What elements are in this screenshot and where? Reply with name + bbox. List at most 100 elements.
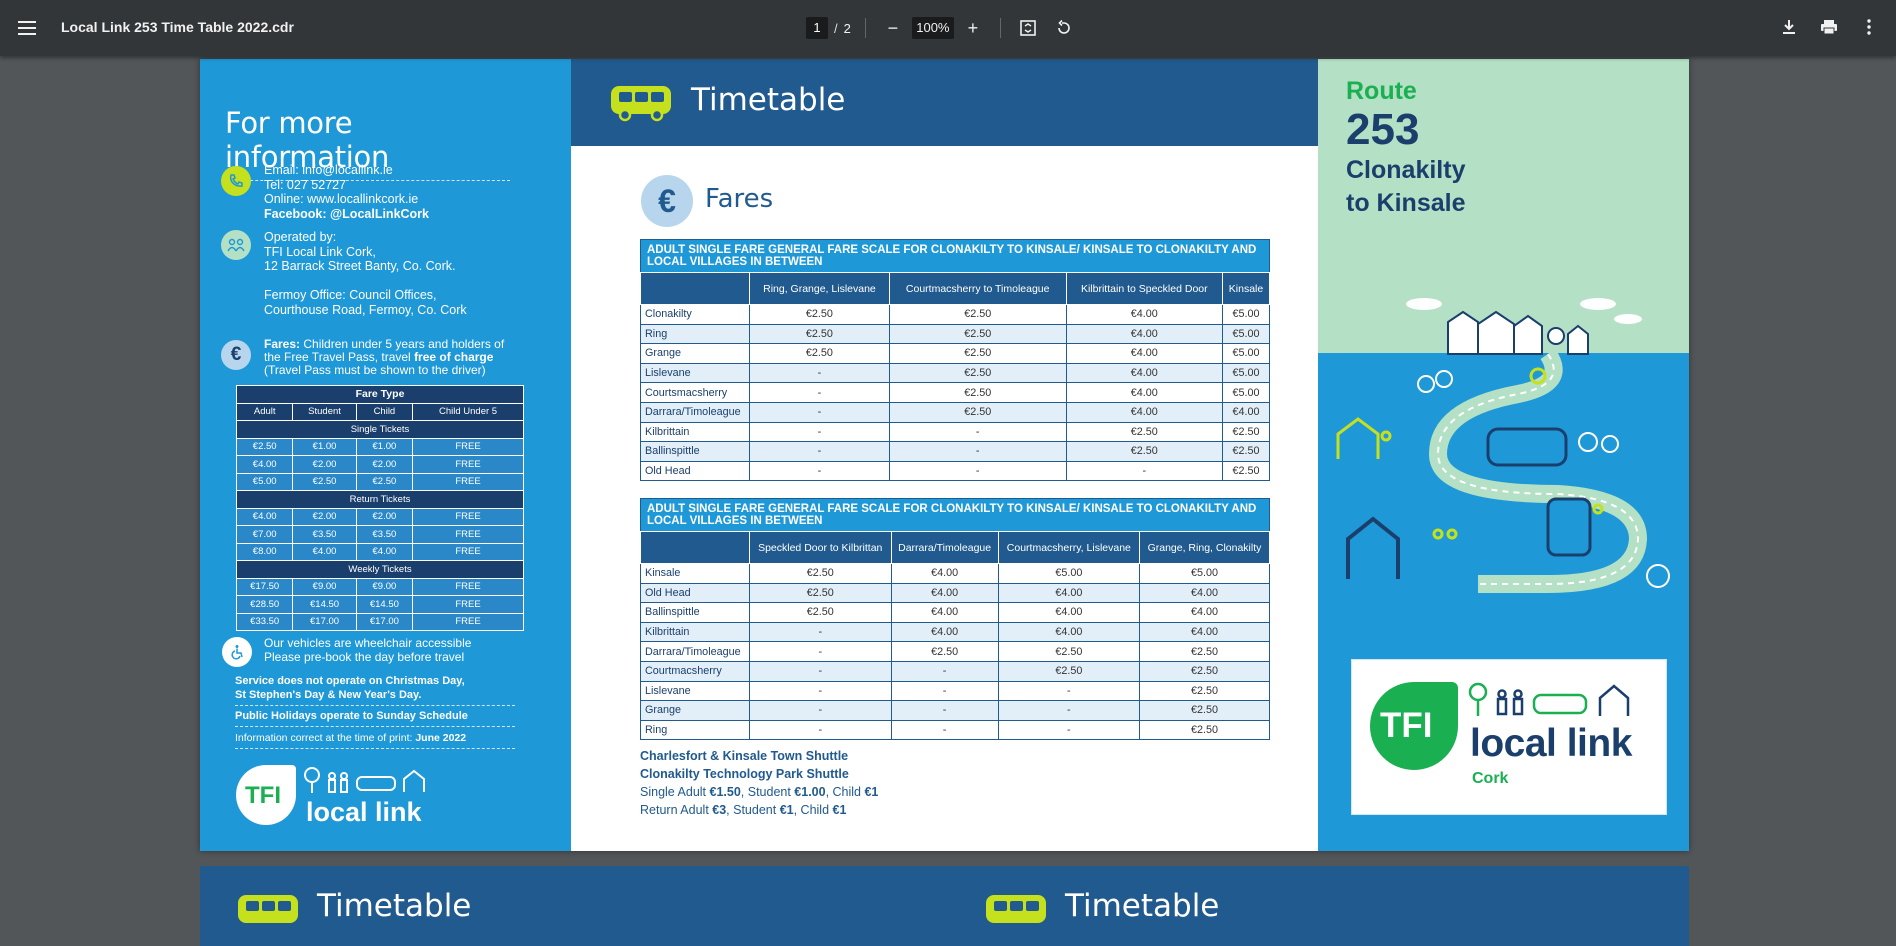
fare-cell: FREE [412, 455, 524, 474]
fare-cell: €2.50 [997, 660, 1140, 682]
fare-cell: €2.50 [749, 582, 892, 604]
fare-cell: €4.00 [890, 563, 999, 584]
column-header: Ring, Grange, Lislevane [749, 272, 890, 305]
fare-cell: - [749, 641, 892, 662]
fare-cell: €2.50 [292, 472, 357, 491]
column-header: Courtmacsherry, Lislevane [997, 531, 1140, 564]
fare-cell: €14.50 [292, 595, 357, 614]
pdf-page-2: Timetable Timetable [200, 866, 1689, 946]
column-header: Speckled Door to Kilbrittan [749, 531, 892, 564]
fares-label: Fares: [264, 337, 301, 351]
fare-cell: €17.00 [355, 612, 414, 631]
more-options-button[interactable] [1856, 14, 1882, 40]
zoom-level-input[interactable]: 100% [911, 17, 954, 39]
row-name: Darrara/Timoleague [640, 401, 750, 423]
row-name: Old Head [640, 582, 750, 604]
table-row: Clonakilty €2.50 €2.50 €4.00 €5.00 [640, 304, 1270, 325]
holiday-note-line2: St Stephen's Day & New Year's Day. [235, 689, 422, 701]
divider [999, 18, 1001, 38]
fit-page-button[interactable] [1015, 15, 1041, 41]
table-row: Ballinspittle - - €2.50 €2.50 [640, 441, 1270, 462]
tfi-locallink-cork-logo: TFI local link Cork [1351, 659, 1667, 815]
euro-icon: € [221, 340, 251, 370]
fare-cell: €2.50 [1222, 460, 1270, 482]
fare-cell: €5.00 [1222, 343, 1270, 364]
print-button[interactable] [1816, 14, 1842, 40]
fare-cell: - [749, 401, 890, 423]
fare-cell: - [890, 660, 999, 682]
column-header: Kilbrittain to Speckled Door [1065, 272, 1224, 305]
return-child-label: , Child [793, 803, 833, 817]
table-corner [640, 531, 750, 564]
row-name: Lislevane [640, 680, 750, 702]
fare-row: €7.00 €3.50 €3.50 FREE [235, 525, 524, 544]
page-separator: / [834, 20, 838, 36]
fare-cell: €4.00 [1065, 343, 1224, 364]
tfi-logo-mark: TFI [236, 765, 296, 825]
fare-cell: €4.00 [1065, 362, 1224, 384]
logo-pictograms-icon [1468, 682, 1630, 716]
operator-name: TFI Local Link Cork, [264, 244, 376, 259]
single-child-label: , Child [825, 785, 865, 799]
fare-cell: €4.00 [1065, 323, 1224, 345]
fare-cell: €2.50 [888, 323, 1067, 345]
timetable-header: Timetable [571, 59, 1318, 146]
return-fares: Return Adult €3, Student €1, Child €1 [640, 801, 878, 819]
fare-cell: €5.00 [1222, 382, 1270, 403]
fare-cell: FREE [412, 577, 524, 596]
fare-cell: €4.00 [1222, 401, 1270, 423]
table-row: Old Head - - - €2.50 [640, 460, 1270, 482]
page-number-input[interactable]: 1 [806, 17, 828, 39]
menu-icon[interactable] [16, 17, 38, 39]
fare-cell: FREE [412, 542, 524, 561]
shuttle-info: Charlesfort & Kinsale Town Shuttle Clona… [640, 747, 878, 819]
operator-block: Operated by: TFI Local Link Cork, 12 Bar… [264, 230, 467, 317]
return-student-label: , Student [726, 803, 780, 817]
fare-cell: €2.50 [1138, 660, 1271, 682]
row-name: Ring [640, 323, 750, 345]
fare-row: €8.00 €4.00 €4.00 FREE [235, 542, 524, 561]
fare-cell: €2.50 [1138, 680, 1271, 702]
info-correct-note: Information correct at the time of print… [235, 731, 515, 749]
single-student-label: , Student [740, 785, 795, 799]
fare-cell: - [890, 700, 999, 721]
download-button[interactable] [1776, 14, 1802, 40]
fare-cell: €2.50 [1222, 421, 1270, 443]
download-icon [1783, 20, 1795, 34]
bus-icon [238, 895, 298, 923]
return-child: €1 [832, 803, 847, 817]
route-label: Route [1346, 77, 1417, 105]
fare-cell: €2.50 [749, 304, 890, 325]
tfi-logo-text: TFI [1380, 706, 1433, 745]
return-adult: €3 [712, 803, 727, 817]
fare-col-adult: Adult [235, 402, 294, 421]
row-name: Clonakilty [640, 304, 750, 325]
fare-cell: €4.00 [1138, 602, 1271, 623]
fare-cell: €33.50 [235, 612, 294, 631]
fare-cell: €4.00 [997, 621, 1140, 643]
fare-cell: €2.00 [292, 455, 357, 474]
fare-cell: €5.00 [1138, 563, 1271, 584]
zoom-out-button[interactable]: − [880, 15, 906, 41]
public-holiday-note: Public Holidays operate to Sunday Schedu… [235, 709, 515, 727]
route-to: to Kinsale [1346, 189, 1466, 217]
timetable-title: Timetable [691, 82, 846, 118]
fare-row: €4.00 €2.00 €2.00 FREE [235, 455, 524, 474]
route-description: Clonakilty to Kinsale [1346, 154, 1465, 220]
fare-cell: €4.00 [890, 602, 999, 623]
fare-cell: - [1065, 460, 1224, 482]
fare-cell: €2.50 [888, 382, 1067, 403]
fare-col-student: Student [292, 402, 357, 421]
print-date: June 2022 [415, 732, 467, 744]
pdf-toolbar: Local Link 253 Time Table 2022.cdr 1 / 2… [0, 0, 1896, 56]
fares-note: Fares: Children under 5 years and holder… [264, 338, 524, 377]
table-row: Kilbrittain - - €2.50 €2.50 [640, 421, 1270, 443]
table-row: Ring €2.50 €2.50 €4.00 €5.00 [640, 323, 1270, 345]
zoom-in-button[interactable]: + [960, 15, 986, 41]
logo-sub-text: Cork [1472, 770, 1509, 787]
fare-cell: €3.50 [292, 525, 357, 544]
fare-cell: €4.00 [355, 542, 414, 561]
rotate-button[interactable] [1051, 15, 1077, 41]
locallink-logo-text: local link [306, 797, 422, 827]
fare-cell: €17.50 [235, 577, 294, 596]
